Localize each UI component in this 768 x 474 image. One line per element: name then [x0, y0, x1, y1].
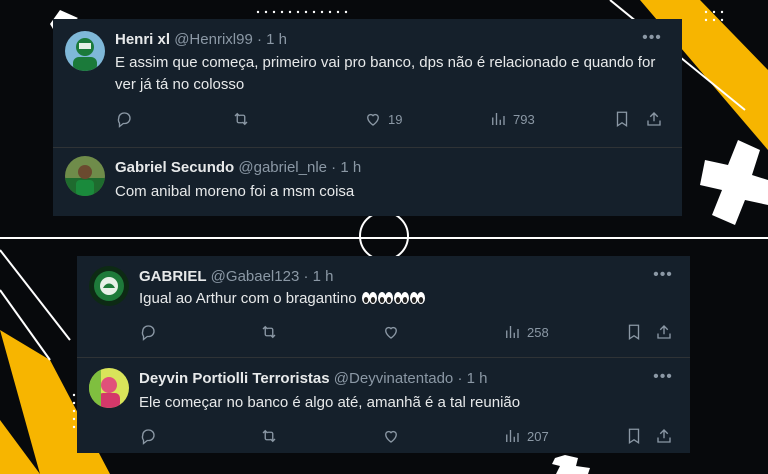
tweet-thread-card-bottom: GABRIEL @Gabael123 · 1 h ••• Igual ao Ar… [77, 256, 690, 453]
views-count: 793 [513, 111, 535, 127]
avatar[interactable] [89, 368, 129, 408]
tweet[interactable]: Deyvin Portiolli Terroristas @Deyvinaten… [77, 358, 690, 453]
views-button[interactable]: 258 [503, 322, 549, 342]
more-icon[interactable]: ••• [642, 30, 662, 49]
like-icon [367, 113, 379, 126]
retweet-icon [262, 429, 276, 443]
reply-button[interactable] [139, 426, 157, 446]
like-icon [385, 326, 397, 339]
retweet-button[interactable] [260, 322, 278, 342]
reply-icon [141, 325, 155, 341]
share-icon [657, 325, 671, 339]
views-count: 258 [527, 324, 549, 340]
more-icon[interactable]: ••• [653, 369, 673, 388]
views-count: 207 [527, 428, 549, 444]
tweet-text: Igual ao Arthur com o bragantino [139, 290, 357, 307]
bookmark-icon [616, 111, 628, 128]
tweet-text: Ele começar no banco é algo até, amanhã … [139, 394, 521, 411]
share-button[interactable] [655, 426, 673, 446]
display-name[interactable]: Henri xl [115, 31, 170, 48]
tweet-text-row: Igual ao Arthur com o bragantino [139, 288, 669, 310]
reply-button[interactable] [115, 109, 133, 129]
like-icon [385, 430, 397, 443]
like-button[interactable] [382, 426, 400, 446]
like-count: 19 [388, 111, 403, 127]
views-icon [506, 326, 519, 338]
views-button[interactable]: 793 [489, 109, 535, 129]
more-icon[interactable]: ••• [653, 267, 673, 286]
tweet-text: E assim que começa, primeiro vai pro ban… [115, 54, 656, 93]
share-icon [657, 429, 671, 443]
user-handle[interactable]: @gabriel_nle [238, 159, 327, 176]
like-button[interactable] [382, 322, 400, 342]
timestamp[interactable]: · 1 h [303, 268, 333, 285]
bookmark-button[interactable] [625, 426, 643, 446]
tweet-text: Com anibal moreno foi a msm coisa [115, 183, 355, 200]
tweet[interactable]: Henri xl @Henrixl99 · 1 h ••• E assim qu… [53, 19, 682, 147]
display-name[interactable]: Gabriel Secundo [115, 159, 234, 176]
user-handle[interactable]: @Deyvinatentado [334, 370, 453, 387]
views-icon [492, 113, 505, 125]
tweet-thread-card-top: Henri xl @Henrixl99 · 1 h ••• E assim qu… [53, 19, 682, 216]
bookmark-button[interactable] [625, 322, 643, 342]
reply-icon [117, 112, 131, 128]
retweet-button[interactable] [260, 426, 278, 446]
reply-icon [141, 429, 155, 445]
avatar[interactable] [65, 156, 105, 196]
bookmark-icon [628, 324, 640, 341]
tweet-actions: 207 [139, 426, 679, 446]
share-button[interactable] [645, 109, 663, 129]
reply-button[interactable] [139, 322, 157, 342]
user-handle[interactable]: @Henrixl99 [174, 31, 253, 48]
eyes-emoji-icon [361, 292, 425, 304]
bookmark-icon [628, 428, 640, 445]
timestamp[interactable]: · 1 h [457, 370, 487, 387]
tweet[interactable]: GABRIEL @Gabael123 · 1 h ••• Igual ao Ar… [77, 256, 690, 357]
avatar[interactable] [65, 31, 105, 71]
share-icon [647, 112, 661, 126]
share-button[interactable] [655, 322, 673, 342]
display-name[interactable]: GABRIEL [139, 268, 207, 285]
timestamp[interactable]: · 1 h [331, 159, 361, 176]
retweet-icon [234, 112, 248, 126]
bookmark-button[interactable] [613, 109, 631, 129]
timestamp[interactable]: · 1 h [257, 31, 287, 48]
avatar[interactable] [89, 266, 129, 306]
views-button[interactable]: 207 [503, 426, 549, 446]
retweet-button[interactable] [232, 109, 250, 129]
retweet-icon [262, 325, 276, 339]
user-handle[interactable]: @Gabael123 [211, 268, 300, 285]
tweet-actions: 258 [139, 322, 679, 342]
display-name[interactable]: Deyvin Portiolli Terroristas [139, 370, 330, 387]
views-icon [506, 430, 519, 442]
tweet[interactable]: Gabriel Secundo @gabriel_nle · 1 h Com a… [53, 148, 682, 216]
tweet-actions: 19 793 [115, 109, 667, 129]
like-button[interactable]: 19 [364, 109, 402, 129]
